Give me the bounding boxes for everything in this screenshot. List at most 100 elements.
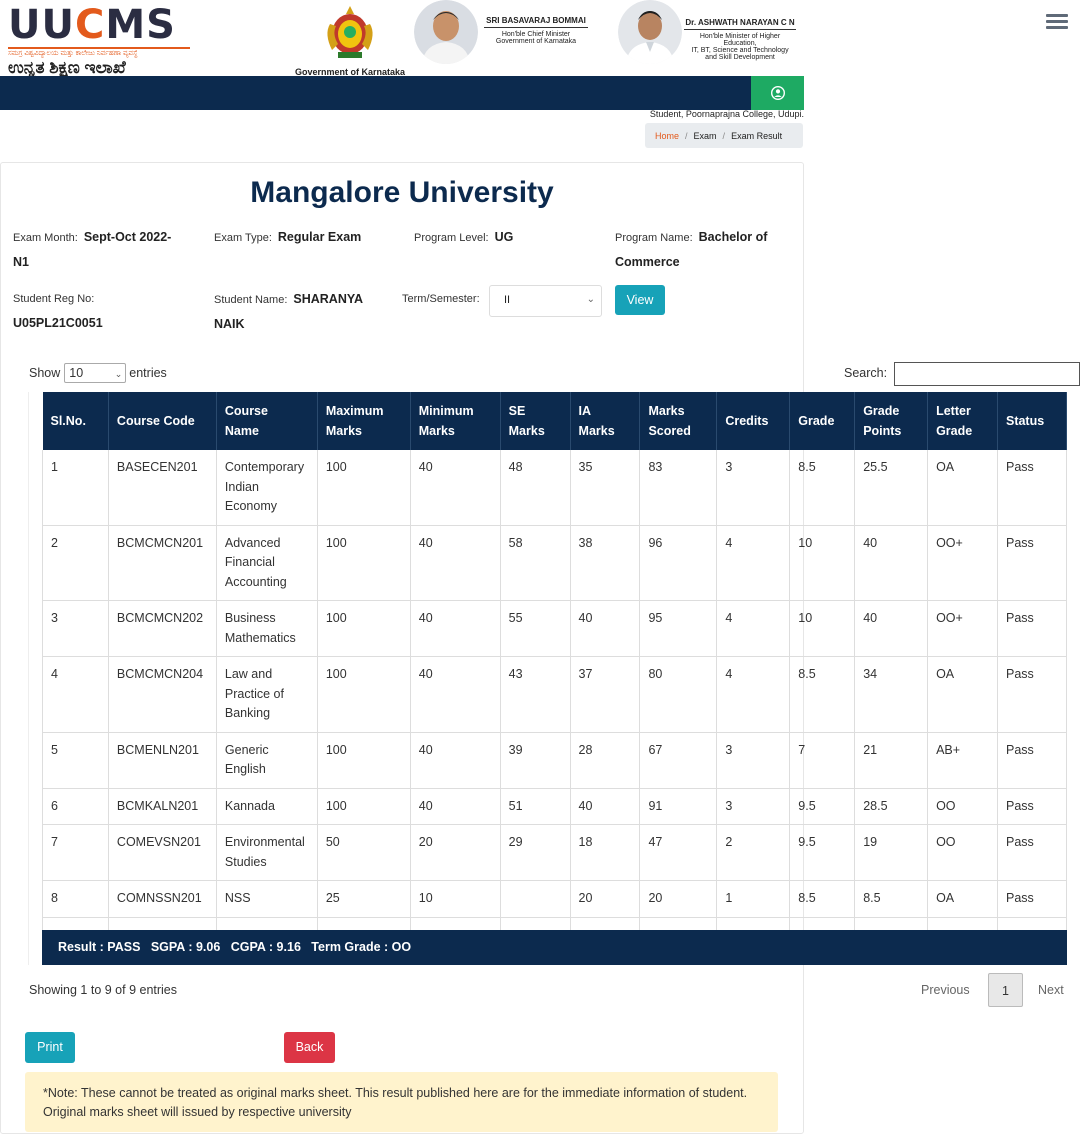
table-row: 6 BCMKALN201 Kannada 100 40 51 40 91 3 9.5 28.5 OO P… bbox=[42, 788, 1068, 825]
column-header-course-name[interactable]: Course Name bbox=[216, 392, 318, 450]
program-level-label: Program Level: bbox=[414, 232, 489, 244]
cell-status: Pass bbox=[997, 788, 1068, 825]
cell-grade-points: 28.5 bbox=[854, 788, 929, 825]
minister-title-3: and Skill Development bbox=[705, 54, 775, 61]
column-header-text: Grade bbox=[936, 424, 973, 438]
column-header-status[interactable]: Status bbox=[997, 392, 1068, 450]
cell-se-marks: 39 bbox=[500, 732, 571, 789]
cell-credits: 3 bbox=[716, 732, 791, 789]
cell-status: Pass bbox=[997, 656, 1068, 733]
user-menu-button[interactable] bbox=[751, 76, 804, 110]
minister-title-1: Hon'ble Minister of Higher Education, bbox=[699, 33, 781, 47]
breadcrumb-exam-link[interactable]: Exam bbox=[694, 131, 717, 141]
column-header-max-marks[interactable]: Maximum Marks bbox=[317, 392, 411, 450]
table-row: 8 COMNSSN201 NSS 25 10 20 20 1 8.5 8.5 OA Pass bbox=[42, 880, 1068, 918]
column-header-text: Sl.No. bbox=[50, 414, 86, 428]
column-header-text: Points bbox=[863, 424, 902, 438]
breadcrumb-home-link[interactable]: Home bbox=[655, 131, 679, 141]
column-header-course-code[interactable]: Course Code bbox=[108, 392, 217, 450]
column-header-credits[interactable]: Credits bbox=[716, 392, 791, 450]
cell-letter-grade: OA bbox=[927, 880, 998, 918]
cell-marks-scored: 67 bbox=[639, 732, 718, 789]
uucms-logo[interactable]: UUCMS ಸಮಗ್ರ ವಿಶ್ವವಿದ್ಯಾಲಯ ಮತ್ತು ಕಾಲೇಜು ನ… bbox=[8, 4, 190, 77]
chief-minister-government: Government of Karnataka bbox=[495, 38, 577, 45]
cell-course-name: Advanced Financial Accounting bbox=[216, 525, 318, 601]
table-row: 1 BASECEN201 Contemporary Indian Economy 10… bbox=[42, 450, 1068, 526]
cell-min-marks: 40 bbox=[410, 600, 501, 657]
cell-min-marks: 40 bbox=[410, 788, 501, 825]
column-header-sl-no[interactable]: Sl.No. bbox=[42, 392, 109, 450]
column-header-text: IA bbox=[578, 404, 592, 418]
pagination-page-1[interactable]: 1 bbox=[988, 973, 1023, 1007]
search-input[interactable] bbox=[894, 362, 1080, 386]
cell-grade-points: 34 bbox=[854, 656, 929, 733]
hamburger-menu-icon[interactable] bbox=[1046, 14, 1068, 32]
column-header-ia-marks[interactable]: IA Marks bbox=[570, 392, 641, 450]
cell-status: Pass bbox=[997, 600, 1068, 657]
cell-credits: 4 bbox=[716, 525, 791, 601]
column-header-text: Marks bbox=[508, 424, 545, 438]
column-header-marks-scored[interactable]: Marks Scored bbox=[639, 392, 718, 450]
cell-course-code: BCMCMCN202 bbox=[108, 600, 217, 657]
column-header-grade-points[interactable]: Grade Points bbox=[854, 392, 929, 450]
cell-ia-marks: 28 bbox=[570, 732, 641, 789]
cell-se-marks: 48 bbox=[500, 450, 571, 526]
entries-per-page-value: 10 bbox=[69, 366, 84, 380]
back-button[interactable]: Back bbox=[284, 1032, 335, 1063]
cell-course-name: Kannada bbox=[216, 788, 318, 825]
column-header-se-marks[interactable]: SE Marks bbox=[500, 392, 571, 450]
column-header-text: Course bbox=[224, 404, 268, 418]
cell-ia-marks: 37 bbox=[570, 656, 641, 733]
view-button[interactable]: View bbox=[615, 285, 665, 315]
cell-grade: 8.5 bbox=[789, 656, 856, 733]
term-label: Term/Semester: bbox=[402, 293, 480, 305]
cell-min-marks: 40 bbox=[410, 656, 501, 733]
reg-no-field: Student Reg No: U05PL21C0051 bbox=[13, 287, 203, 336]
column-header-letter-grade[interactable]: Letter Grade bbox=[927, 392, 998, 450]
cell-max-marks: 100 bbox=[317, 525, 411, 601]
cell-grade: 8.5 bbox=[789, 450, 856, 526]
column-header-grade[interactable]: Grade bbox=[789, 392, 856, 450]
column-header-min-marks[interactable]: Minimum Marks bbox=[410, 392, 501, 450]
minister-title-2: IT, BT, Science and Technology bbox=[691, 47, 789, 54]
cell-max-marks: 50 bbox=[317, 824, 411, 881]
cell-sl-no: 8 bbox=[42, 880, 109, 918]
cell-ia-marks: 40 bbox=[570, 788, 641, 825]
term-semester-select[interactable]: II ⌄ bbox=[489, 285, 602, 317]
minister-name: Dr. ASHWATH NARAYAN C N bbox=[684, 18, 796, 30]
cell-se-marks: 43 bbox=[500, 656, 571, 733]
program-level-field: Program Level: UG bbox=[414, 225, 604, 250]
cell-marks-scored: 95 bbox=[639, 600, 718, 657]
breadcrumb-current: Exam Result bbox=[731, 130, 783, 141]
reg-no-value: U05PL21C0051 bbox=[13, 316, 103, 330]
cell-course-code: COMNSSN201 bbox=[108, 880, 217, 918]
exam-type-value: Regular Exam bbox=[277, 230, 362, 244]
column-header-text: SE bbox=[508, 404, 526, 418]
cell-se-marks bbox=[500, 880, 571, 918]
print-button[interactable]: Print bbox=[25, 1032, 75, 1063]
program-name-value-cont: Commerce bbox=[615, 255, 680, 269]
cell-letter-grade: OO+ bbox=[927, 525, 998, 601]
cell-course-code: BCMENLN201 bbox=[108, 732, 217, 789]
cell-grade: 10 bbox=[789, 525, 856, 601]
cell-grade-points: 21 bbox=[854, 732, 929, 789]
cell-letter-grade: OO+ bbox=[927, 600, 998, 657]
cell-grade: 8.5 bbox=[789, 880, 856, 918]
pagination-previous[interactable]: Previous bbox=[921, 983, 970, 997]
cell-ia-marks: 20 bbox=[570, 880, 641, 918]
karnataka-emblem-icon bbox=[327, 6, 373, 58]
student-name-label: Student Name: bbox=[214, 294, 288, 306]
cell-course-name: Contemporary Indian Economy bbox=[216, 450, 318, 526]
cell-status: Pass bbox=[997, 450, 1068, 526]
exam-month-value-cont: N1 bbox=[13, 255, 29, 269]
cell-se-marks: 55 bbox=[500, 600, 571, 657]
cell-sl-no: 4 bbox=[42, 656, 109, 733]
site-header: UUCMS ಸಮಗ್ರ ವಿಶ್ವವಿದ್ಯಾಲಯ ಮತ್ತು ಕಾಲೇಜು ನ… bbox=[0, 0, 804, 77]
cell-marks-scored: 47 bbox=[639, 824, 718, 881]
cell-status: Pass bbox=[997, 880, 1068, 918]
cell-credits: 2 bbox=[716, 824, 791, 881]
search-label: Search: bbox=[844, 366, 888, 380]
entries-per-page-select[interactable]: 10 ⌄ bbox=[64, 363, 127, 383]
column-header-text: Credits bbox=[725, 414, 769, 428]
pagination-next[interactable]: Next bbox=[1038, 983, 1064, 997]
